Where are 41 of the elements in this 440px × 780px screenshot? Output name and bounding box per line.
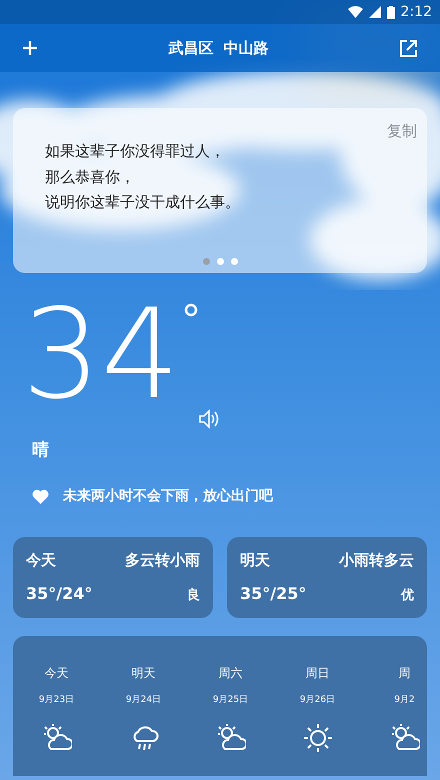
day-label: 今天 — [26, 550, 56, 570]
quote-line: 那么恭喜你， — [45, 166, 135, 188]
sun-icon — [302, 723, 332, 753]
day-card[interactable]: 今天 多云转小雨 35°/24° 良 — [13, 536, 213, 618]
quote-line: 说明你这辈子没干成什么事。 — [45, 192, 240, 213]
forecast-day: 周 — [398, 664, 410, 682]
temperature-range: 35°/24° — [26, 582, 92, 604]
forecast-text: 小雨转多云 — [339, 550, 414, 570]
weather-condition: 晴 — [32, 439, 49, 462]
forecast-day: 周六 — [218, 664, 242, 682]
air-quality: 优 — [401, 587, 414, 605]
partly-cloudy-icon — [390, 723, 420, 753]
copy-button[interactable]: 复制 — [387, 120, 417, 142]
partly-cloudy-icon — [42, 723, 72, 753]
air-quality: 良 — [187, 586, 200, 605]
signal-icon — [368, 6, 381, 18]
wifi-icon — [348, 6, 363, 18]
forecast-date: 9月2 — [394, 694, 415, 706]
degree-icon — [184, 303, 198, 317]
temperature: 34 — [22, 293, 180, 417]
share-icon[interactable] — [398, 38, 418, 58]
forecast-date: 9月24日 — [126, 694, 162, 706]
forecast-date: 9月23日 — [38, 694, 74, 706]
heart-icon — [32, 488, 49, 504]
speaker-icon[interactable] — [198, 409, 220, 429]
rain-tip: 未来两小时不会下雨，放心出门吧 — [63, 486, 273, 506]
quote-line: 如果这辈子你没得罪过人， — [45, 141, 225, 162]
status-time: 2:12 — [400, 2, 432, 22]
forecast-date: 9月25日 — [212, 694, 248, 706]
location-title: 武昌区 中山路 — [168, 38, 269, 59]
temperature-range: 35°/25° — [240, 582, 306, 604]
day-card[interactable]: 明天 小雨转多云 35°/25° 优 — [227, 536, 427, 618]
battery-icon — [386, 6, 395, 18]
forecast-day: 明天 — [132, 664, 156, 682]
partly-cloudy-icon — [216, 723, 246, 753]
forecast-day: 今天 — [44, 664, 68, 682]
forecast-date: 9月26日 — [300, 694, 336, 706]
day-label: 明天 — [240, 550, 270, 570]
forecast-text: 多云转小雨 — [125, 550, 200, 570]
add-icon[interactable] — [22, 40, 38, 56]
forecast-day: 周日 — [306, 664, 330, 682]
